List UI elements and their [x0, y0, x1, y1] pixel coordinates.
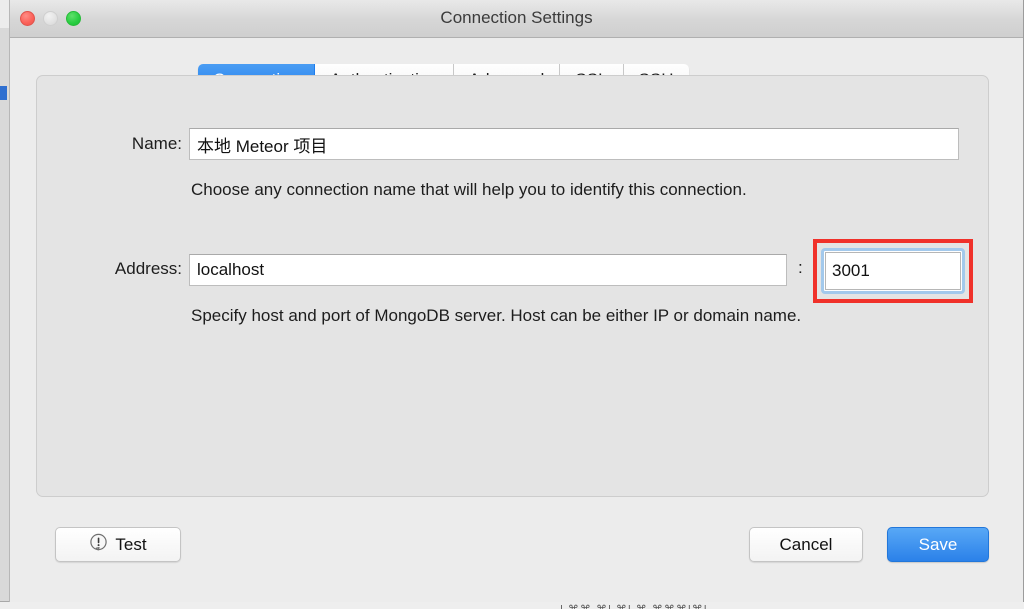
background-window-bottom-sliver: | ⌘⌘ ⌘| ⌘| ⌘ ⌘⌘⌘|⌘|: [0, 601, 1024, 609]
host-input[interactable]: [189, 254, 787, 286]
title-bar: Connection Settings: [10, 0, 1023, 38]
address-separator: :: [798, 258, 803, 277]
test-button[interactable]: Test: [55, 527, 181, 562]
exclamation-bubble-icon: [89, 533, 108, 557]
window-title: Connection Settings: [440, 8, 593, 27]
address-label: Address:: [114, 259, 182, 278]
address-hint-text: Specify host and port of MongoDB server.…: [191, 306, 802, 325]
test-button-label: Test: [115, 534, 147, 554]
connection-settings-dialog: Connection Settings Connection Authentic…: [9, 0, 1024, 602]
name-hint-text: Choose any connection name that will hel…: [191, 180, 747, 199]
background-bottom-text: | ⌘⌘ ⌘| ⌘| ⌘ ⌘⌘⌘|⌘|: [560, 603, 708, 609]
cancel-button[interactable]: Cancel: [749, 527, 863, 562]
port-input[interactable]: [825, 252, 961, 290]
name-input[interactable]: [189, 128, 959, 160]
save-button[interactable]: Save: [887, 527, 989, 562]
name-label: Name:: [131, 134, 182, 153]
save-button-label: Save: [918, 534, 958, 554]
background-window-selected-item: [0, 86, 7, 100]
cancel-button-label: Cancel: [779, 534, 833, 554]
